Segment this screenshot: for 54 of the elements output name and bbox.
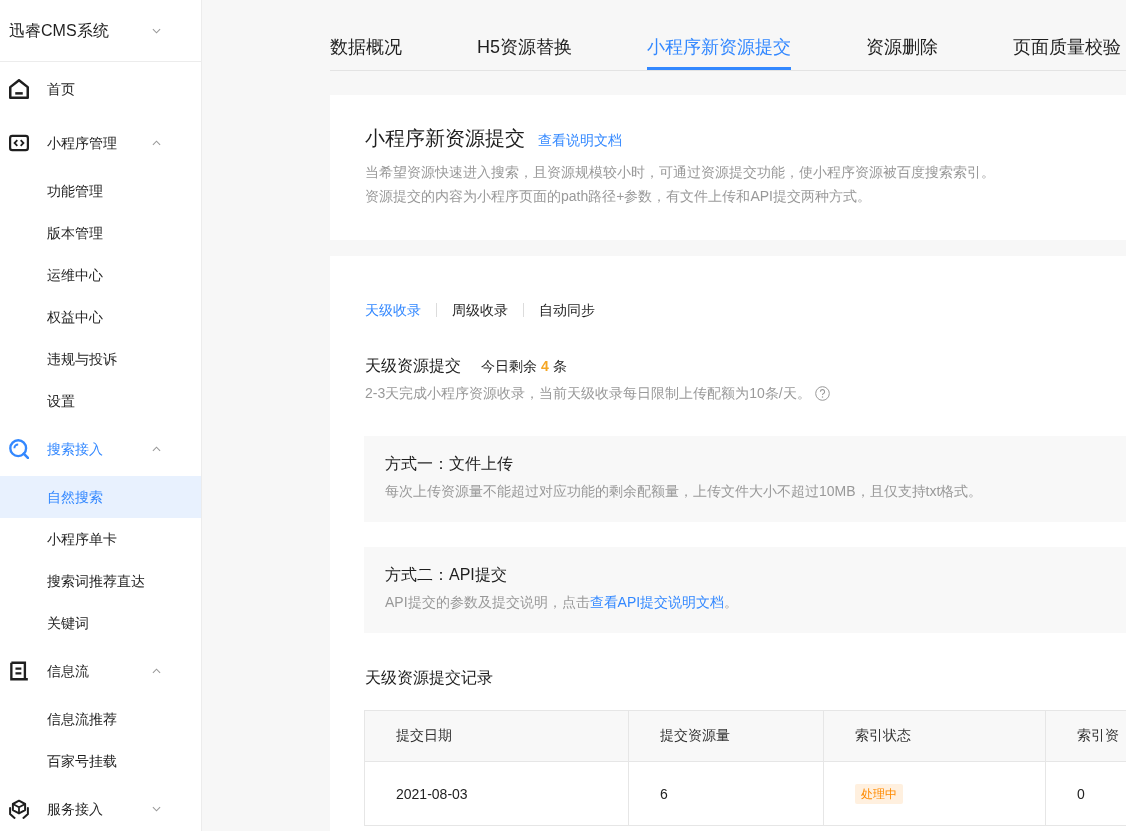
tab[interactable]: 数据概况 <box>330 0 402 70</box>
section-title: 天级资源提交 <box>365 356 461 376</box>
nav-subitem[interactable]: 权益中心 <box>0 296 201 338</box>
nav-item[interactable]: 搜索接入 <box>0 439 103 459</box>
quota-note: 2-3天完成小程序资源收录，当前天级收录每日限制上传配额为10条/天。 <box>365 384 811 403</box>
chevron-up-icon[interactable] <box>152 140 161 146</box>
column-header: 提交日期 <box>364 710 629 762</box>
tab[interactable]: H5资源替换 <box>477 0 572 70</box>
column-header: 索引资 <box>1045 710 1126 762</box>
records-title: 天级资源提交记录 <box>364 668 494 688</box>
tab[interactable]: 资源删除 <box>866 0 938 70</box>
nav-subitem[interactable]: 信息流推荐 <box>0 698 201 740</box>
nav-subitem[interactable]: 百家号挂载 <box>0 740 201 782</box>
method-title: 方式一：文件上传 <box>385 454 514 474</box>
nav-subitem[interactable]: 设置 <box>0 380 201 422</box>
nav-item[interactable]: 信息流 <box>0 661 89 681</box>
subtab[interactable]: 天级收录 <box>365 300 421 320</box>
page-title: 小程序新资源提交 <box>365 126 525 151</box>
table-cell: 2021-08-03 <box>364 761 629 826</box>
method-description: 每次上传资源量不能超过对应功能的剩余配额量，上传文件大小不超过10MB，且仅支持txt格式。 <box>385 482 984 501</box>
table-cell: 6 <box>628 761 824 826</box>
description-text: 资源提交的内容为小程序页面的path路径+参数，有文件上传和API提交两种方式。 <box>365 187 872 206</box>
nav-item[interactable]: 服务接入 <box>0 799 103 819</box>
help-icon[interactable] <box>814 385 830 401</box>
nav-subitem[interactable]: 功能管理 <box>0 170 201 212</box>
nav-subitem[interactable]: 搜索词推荐直达 <box>0 560 201 602</box>
chevron-down-icon[interactable] <box>152 806 161 812</box>
doc-link[interactable]: 查看说明文档 <box>538 132 622 150</box>
subtab[interactable]: 周级收录 <box>452 300 508 320</box>
nav-subitem[interactable]: 关键词 <box>0 602 201 644</box>
sidebar-title: 迅睿CMS系统 <box>9 20 109 41</box>
nav-subitem[interactable]: 违规与投诉 <box>0 338 201 380</box>
nav-item[interactable]: 首页 <box>0 79 75 99</box>
list-icon <box>9 661 29 681</box>
method-description: API提交的参数及提交说明，点击查看API提交说明文档。 <box>385 593 740 612</box>
nav-subitem[interactable]: 小程序单卡 <box>0 518 201 560</box>
nav-subitem[interactable]: 版本管理 <box>0 212 201 254</box>
chevron-up-icon[interactable] <box>152 668 161 674</box>
nav-subitem[interactable]: 运维中心 <box>0 254 201 296</box>
status-badge: 处理中 <box>855 783 903 804</box>
chevron-up-icon[interactable] <box>152 446 161 452</box>
code-icon <box>9 133 29 153</box>
tab[interactable]: 页面质量校验 <box>1013 0 1121 70</box>
description-text: 当希望资源快速进入搜索，且资源规模较小时，可通过资源提交功能，使小程序资源被百度搜索索引。 <box>365 163 996 182</box>
column-header: 提交资源量 <box>628 710 824 762</box>
method-title: 方式二：API提交 <box>385 565 508 585</box>
remaining-quota: 今日剩余 4 条 <box>481 358 567 376</box>
nav-item[interactable]: 小程序管理 <box>0 133 117 153</box>
subtab[interactable]: 自动同步 <box>539 300 595 320</box>
chevron-down-icon[interactable] <box>152 27 161 34</box>
home-icon <box>9 79 29 99</box>
cube-icon <box>9 799 29 819</box>
column-header: 索引状态 <box>823 710 1046 762</box>
search-icon <box>9 439 29 459</box>
